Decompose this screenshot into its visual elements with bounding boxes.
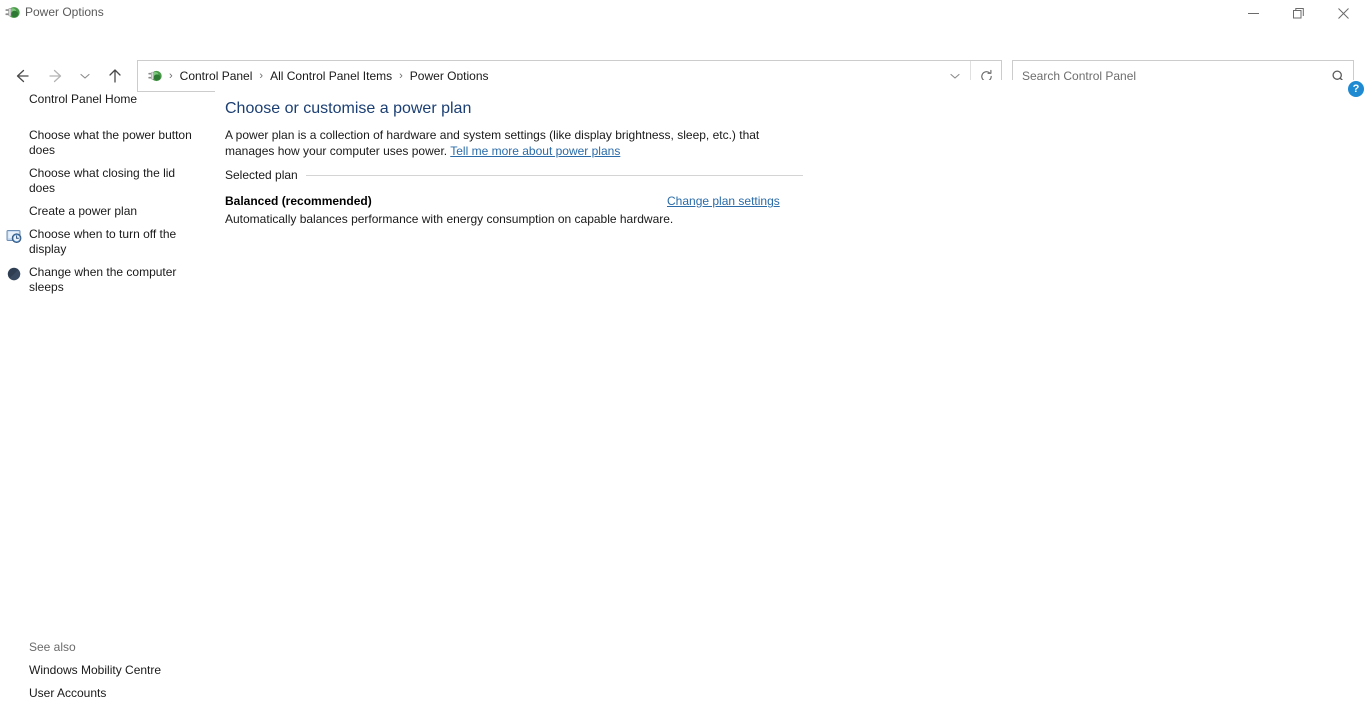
plan-name: Balanced (recommended)	[225, 194, 372, 208]
sidebar-item-turn-off-display[interactable]: Choose when to turn off the display	[0, 227, 200, 257]
window-title: Power Options	[25, 5, 104, 19]
sidebar-item-label: Choose when to turn off the display	[29, 227, 177, 256]
window-controls	[1231, 0, 1366, 26]
page-description: A power plan is a collection of hardware…	[225, 127, 811, 159]
plan-description: Automatically balances performance with …	[225, 212, 674, 226]
sidebar-item-power-button[interactable]: Choose what the power button does	[0, 128, 200, 158]
main-content: Choose or customise a power plan A power…	[215, 80, 1366, 716]
restore-icon	[1293, 7, 1304, 18]
power-plug-icon	[4, 4, 21, 21]
sidebar-item-label: Change when the computer sleeps	[29, 265, 177, 294]
minimize-icon	[1248, 12, 1259, 14]
sidebar-item-computer-sleeps[interactable]: Change when the computer sleeps	[0, 265, 200, 295]
change-plan-settings-link[interactable]: Change plan settings	[667, 194, 780, 209]
tell-me-more-link[interactable]: Tell me more about power plans	[450, 144, 620, 158]
page-title: Choose or customise a power plan	[225, 100, 472, 117]
close-icon	[1338, 7, 1349, 19]
see-also-user-accounts[interactable]: User Accounts	[0, 686, 200, 701]
sleep-moon-icon	[6, 266, 22, 282]
section-label: Selected plan	[225, 168, 298, 182]
maximize-button[interactable]	[1276, 0, 1321, 26]
sidebar-item-closing-lid[interactable]: Choose what closing the lid does	[0, 166, 200, 196]
section-divider	[305, 174, 803, 176]
navigation-bar: › Control Panel › All Control Panel Item…	[0, 26, 1366, 92]
sidebar-item-create-power-plan[interactable]: Create a power plan	[0, 204, 200, 219]
minimize-button[interactable]	[1231, 0, 1276, 26]
sidebar: Control Panel Home Choose what the power…	[0, 80, 215, 716]
see-also-heading: See also	[29, 640, 76, 654]
title-bar: Power Options	[0, 0, 1366, 26]
display-clock-icon	[6, 228, 22, 244]
see-also-windows-mobility-centre[interactable]: Windows Mobility Centre	[0, 663, 200, 678]
help-button[interactable]: ?	[1348, 81, 1364, 97]
sidebar-item-control-panel-home[interactable]: Control Panel Home	[0, 92, 200, 107]
close-button[interactable]	[1321, 0, 1366, 26]
selected-plan-section-header: Selected plan	[225, 168, 803, 182]
